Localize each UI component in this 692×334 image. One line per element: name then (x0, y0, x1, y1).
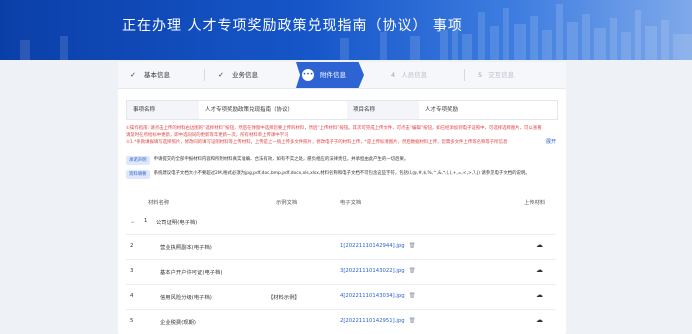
step-label: 基本信息 (144, 71, 170, 79)
step-business-info[interactable]: ✓ 业务信息 (216, 62, 258, 88)
chevron-down-icon[interactable]: ⌄ (130, 218, 141, 225)
trash-icon[interactable]: 🗑 (409, 318, 416, 324)
material-name: 营业执照副本(电子档) (160, 245, 212, 251)
commitment-tag: 承诺声明 (126, 156, 150, 165)
trash-icon[interactable]: 🗑 (409, 293, 416, 299)
step-label: 业务信息 (232, 71, 258, 79)
cloud-upload-icon[interactable]: ☁ (536, 241, 543, 249)
table-row: 5 企业税费(现期) 2[20221110142951].jpg 🗑 ☁ (126, 310, 556, 334)
step-attachment-info[interactable]: ••• 附件信息 (296, 62, 364, 88)
row-index: 1 (144, 218, 148, 224)
table-row: 3 基本户开户许可证(电子档) 3[20221110143022].jpg 🗑 ☁ (126, 260, 556, 285)
col-material-name: 材料名称 (148, 200, 170, 206)
electronic-doc: 2[20221110142951].jpg 🗑 (340, 318, 416, 324)
step-number: 4 (391, 71, 396, 79)
file-link[interactable]: 1[20221110142944].jpg (340, 243, 405, 249)
expand-link[interactable]: 展开 (546, 138, 556, 145)
project-name-value: 人才专项奖励 (425, 107, 459, 113)
cloud-upload-icon[interactable]: ☁ (536, 291, 543, 299)
step-number: 5 (478, 71, 483, 79)
document-requirements: 资料填要 系统建议电子文档大小不要超过2M,格式必须为jpg,pdf,doc,bm… (126, 170, 556, 179)
table-group-row[interactable]: ⌄ 1 公司证明(电子档) (126, 210, 556, 235)
file-link[interactable]: 2[20221110142951].jpg (340, 318, 405, 324)
table-row: 4 信用风险分级(电子档) 【材料示例】 4[20221110143034].j… (126, 285, 556, 310)
requirements-text: 系统建议电子文档大小不要超过2M,格式必须为jpg,pdf,doc,bmp,pd… (153, 171, 530, 176)
group-name: 公司证明(电子档) (156, 220, 198, 226)
row-index: 4 (130, 293, 134, 299)
more-dots-icon: ••• (302, 69, 314, 81)
note-line: 请及时在所给标中更新，即中选同同的更新等年更新一次，所有材料单上传课中学习 (126, 133, 289, 138)
operation-guide-notes: ①操作指南: 请点击上传的材料右边图的“选择材料”按钮，然后在弹窗中选择您要上传… (126, 125, 556, 146)
electronic-doc: 4[20221110143034].jpg 🗑 (340, 293, 416, 299)
col-upload-material: 上传材料 (524, 200, 546, 206)
matter-name-value: 人才专项奖励政策兑现指南（协议） (205, 107, 294, 113)
trash-icon[interactable]: 🗑 (409, 268, 416, 274)
note-line: ②1.*条款填报填写选择照片，修改同的填写证明材料等上传材料，上传是上一统上传多… (126, 140, 508, 145)
title-suffix: 事项 (432, 18, 463, 34)
commitment-statement: 承诺声明 申请提交的全部申报材料内容和所附材料真实准确、合法有效，如有不实之处，愿… (126, 156, 556, 165)
material-name: 企业税费(现期) (160, 320, 196, 326)
row-index: 5 (130, 318, 134, 324)
material-name: 基本户开户许可证(电子档) (160, 270, 223, 276)
step-divider (464, 69, 465, 81)
col-electronic-doc: 电子文档 (340, 200, 362, 206)
cloud-upload-icon[interactable]: ☁ (536, 266, 543, 274)
title-matter: 人才专项奖励政策兑现指南（协议） (187, 18, 428, 34)
step-label: 人员信息 (401, 71, 428, 79)
table-header: 材料名称 示例文档 电子文档 上传材料 (126, 192, 556, 211)
cloud-upload-icon[interactable]: ☁ (536, 316, 543, 324)
file-link[interactable]: 4[20221110143034].jpg (340, 293, 405, 299)
trash-icon[interactable]: 🗑 (409, 243, 416, 249)
check-icon: ✓ (130, 71, 136, 79)
project-name-label: 项目名称 (347, 101, 419, 119)
commitment-text: 申请提交的全部申报材料内容和所附材料真实准确、合法有效，如有不实之处，愿负相应的… (153, 157, 409, 162)
requirements-tag: 资料填要 (126, 170, 150, 179)
electronic-doc: 1[20221110142944].jpg 🗑 (340, 243, 416, 249)
col-example-doc: 示例文档 (276, 200, 298, 206)
page-title: 正在办理 人才专项奖励政策兑现指南（协议） 事项 (122, 15, 463, 35)
step-divider (204, 69, 205, 81)
electronic-doc: 3[20221110143022].jpg 🗑 (340, 268, 416, 274)
note-line: ①操作指南: 请点击上传的材料右边图的“选择材料”按钮，然后在弹窗中选择您要上传… (126, 126, 542, 131)
row-index: 2 (130, 243, 134, 249)
matter-info-row: 事项名称 人才专项奖励政策兑现指南（协议） 项目名称 人才专项奖励 (126, 100, 558, 120)
table-row: 2 营业执照副本(电子档) 1[20221110142944].jpg 🗑 ☁ (126, 235, 556, 260)
page-banner: 正在办理 人才专项奖励政策兑现指南（协议） 事项 (0, 0, 692, 60)
file-link[interactable]: 3[20221110143022].jpg (340, 268, 405, 274)
step-basic-info[interactable]: ✓ 基本信息 (128, 62, 170, 88)
step-progress-bar: ✓ 基本信息 ✓ 业务信息 ••• 附件信息 4 人员信息 5 交互信息 (118, 62, 566, 89)
row-index: 3 (130, 268, 134, 274)
check-icon: ✓ (218, 71, 224, 79)
example-doc-link[interactable]: 【材料示例】 (268, 293, 300, 301)
main-card: ✓ 基本信息 ✓ 业务信息 ••• 附件信息 4 人员信息 5 交互信息 事项名称 人才专… (118, 62, 566, 334)
matter-name-label: 事项名称 (127, 101, 199, 119)
step-label: 附件信息 (320, 71, 346, 79)
title-prefix: 正在办理 (122, 18, 182, 34)
step-personnel-info[interactable]: 4 人员信息 (391, 62, 427, 88)
step-label: 交互信息 (488, 71, 515, 79)
material-name: 信用风险分级(电子档) (160, 295, 212, 301)
step-interaction-info[interactable]: 5 交互信息 (478, 62, 514, 88)
